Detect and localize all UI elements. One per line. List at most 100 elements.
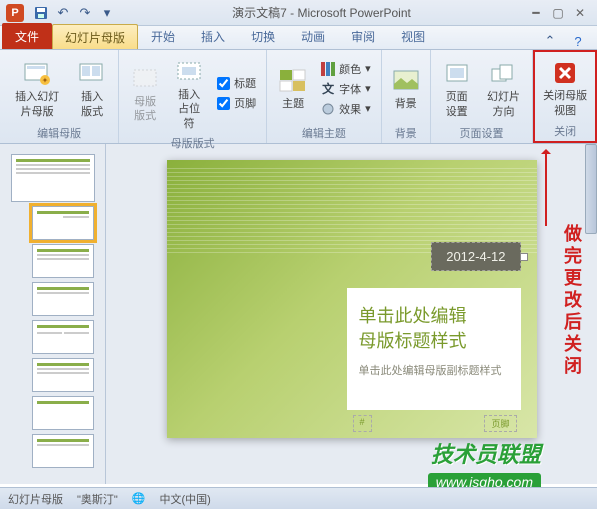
group-master-layout: 母版版式 插入占位符 标题 页脚 母版版式 — [119, 50, 267, 143]
status-bar: 幻灯片母版 "奥斯汀" 🌐 中文(中国) — [0, 487, 597, 509]
ribbon-tabs: 文件 幻灯片母版 开始 插入 切换 动画 审阅 视图 ⌃ ? — [0, 26, 597, 50]
colors-icon — [321, 62, 335, 76]
tab-slide-master[interactable]: 幻灯片母版 — [52, 24, 138, 49]
theme-icon — [277, 65, 309, 97]
page-setup-label: 页面设置 — [441, 90, 473, 119]
thumb-layout-6[interactable] — [32, 396, 94, 430]
workspace: 2012-4-12 单击此处编辑 母版标题样式 单击此处编辑母版副标题样式 # … — [0, 144, 597, 484]
slide-master-icon: ✦ — [21, 58, 53, 90]
insert-slide-master-label: 插入幻灯片母版 — [10, 90, 64, 119]
title-checkbox-label: 标题 — [234, 75, 256, 91]
minimize-icon[interactable]: ━ — [525, 4, 547, 22]
title-text-line2: 母版标题样式 — [359, 329, 509, 354]
slide-number-placeholder[interactable]: # — [353, 415, 372, 432]
page-setup-button[interactable]: 页面设置 — [437, 56, 477, 121]
slide-footer: # 页脚 — [353, 415, 517, 432]
placeholder-icon — [173, 56, 205, 88]
thumb-layout-4[interactable] — [32, 320, 94, 354]
ribbon-minimize-icon[interactable]: ⌃ — [542, 33, 558, 49]
thumb-layout-2[interactable] — [32, 244, 94, 278]
slide-orientation-button[interactable]: 幻灯片方向 — [481, 56, 527, 121]
thumb-layout-5[interactable] — [32, 358, 94, 392]
annotation-arrow — [545, 152, 547, 226]
tab-review[interactable]: 审阅 — [338, 23, 388, 49]
insert-placeholder-label: 插入占位符 — [173, 88, 205, 131]
status-lang-icon: 🌐 — [132, 492, 146, 505]
background-label: 背景 — [395, 97, 417, 111]
date-placeholder[interactable]: 2012-4-12 — [431, 242, 520, 271]
master-format-button[interactable]: 母版版式 — [125, 61, 165, 126]
thumb-layout-7[interactable] — [32, 434, 94, 468]
colors-button[interactable]: 颜色 ▾ — [317, 60, 375, 78]
fonts-icon: 文 — [321, 82, 335, 96]
insert-layout-label: 插入版式 — [76, 90, 108, 119]
master-format-label: 母版版式 — [129, 95, 161, 124]
footer-checkbox-label: 页脚 — [234, 95, 256, 111]
status-view: 幻灯片母版 — [8, 491, 63, 507]
insert-slide-master-button[interactable]: ✦ 插入幻灯片母版 — [6, 56, 68, 121]
thumb-master[interactable] — [11, 154, 95, 202]
close-icon[interactable]: ✕ — [569, 4, 591, 22]
group-page-setup: 页面设置 幻灯片方向 页面设置 — [431, 50, 534, 143]
colors-label: 颜色 — [339, 61, 361, 77]
group-edit-master: ✦ 插入幻灯片母版 插入版式 编辑母版 — [0, 50, 119, 143]
redo-icon[interactable]: ↷ — [77, 5, 93, 21]
tab-insert[interactable]: 插入 — [188, 23, 238, 49]
fonts-button[interactable]: 文字体 ▾ — [317, 80, 375, 98]
tab-file[interactable]: 文件 — [2, 23, 52, 49]
undo-icon[interactable]: ↶ — [55, 5, 71, 21]
footer-placeholder[interactable]: 页脚 — [484, 415, 516, 432]
fonts-label: 字体 — [339, 81, 361, 97]
master-format-icon — [129, 63, 161, 95]
group-page-setup-label: 页面设置 — [437, 123, 527, 141]
tab-home[interactable]: 开始 — [138, 23, 188, 49]
tab-view[interactable]: 视图 — [388, 23, 438, 49]
save-icon[interactable] — [33, 5, 49, 21]
group-edit-theme-label: 编辑主题 — [273, 123, 375, 141]
vertical-scrollbar[interactable] — [585, 144, 597, 234]
annotation-text: 做完更改后关闭 — [555, 224, 585, 378]
page-setup-icon — [441, 58, 473, 90]
footer-checkbox[interactable]: 页脚 — [213, 94, 260, 112]
help-icon[interactable]: ? — [570, 33, 586, 49]
group-close-label: 关闭 — [537, 121, 593, 139]
thumbnail-panel[interactable] — [0, 144, 106, 484]
background-icon — [390, 65, 422, 97]
thumb-layout-3[interactable] — [32, 282, 94, 316]
effects-button[interactable]: 效果 ▾ — [317, 100, 375, 118]
theme-button[interactable]: 主题 — [273, 63, 313, 113]
group-edit-master-label: 编辑母版 — [6, 123, 112, 141]
close-master-view-button[interactable]: 关闭母版视图 — [537, 55, 593, 120]
slide-canvas[interactable]: 2012-4-12 单击此处编辑 母版标题样式 单击此处编辑母版副标题样式 # … — [106, 144, 597, 484]
app-icon[interactable]: P — [6, 4, 24, 22]
group-background: 背景 背景 — [382, 50, 431, 143]
window-title: 演示文稿7 - Microsoft PowerPoint — [118, 4, 525, 21]
ribbon: ✦ 插入幻灯片母版 插入版式 编辑母版 母版版式 插入占位符 标题 页脚 — [0, 50, 597, 144]
layout-icon — [76, 58, 108, 90]
slide-orientation-label: 幻灯片方向 — [485, 90, 523, 119]
tab-animations[interactable]: 动画 — [288, 23, 338, 49]
group-close: 关闭母版视图 关闭 — [533, 50, 597, 143]
group-edit-theme: 主题 颜色 ▾ 文字体 ▾ 效果 ▾ 编辑主题 — [267, 50, 382, 143]
insert-placeholder-button[interactable]: 插入占位符 — [169, 54, 209, 133]
close-master-label: 关闭母版视图 — [541, 89, 589, 118]
watermark-text: 技术员联盟 — [431, 437, 541, 469]
theme-label: 主题 — [282, 97, 304, 111]
subtitle-text: 单击此处编辑母版副标题样式 — [359, 362, 509, 378]
status-language: 中文(中国) — [160, 491, 211, 507]
background-button[interactable]: 背景 — [386, 63, 426, 113]
qat-dropdown-icon[interactable]: ▾ — [99, 5, 115, 21]
title-placeholder[interactable]: 单击此处编辑 母版标题样式 单击此处编辑母版副标题样式 — [347, 288, 521, 410]
title-text-line1: 单击此处编辑 — [359, 304, 509, 329]
orientation-icon — [487, 58, 519, 90]
effects-icon — [321, 102, 335, 116]
title-checkbox[interactable]: 标题 — [213, 74, 260, 92]
status-theme: "奥斯汀" — [77, 491, 118, 507]
svg-text:✦: ✦ — [42, 76, 49, 85]
close-master-icon — [549, 57, 581, 89]
tab-transitions[interactable]: 切换 — [238, 23, 288, 49]
thumb-layout-1[interactable] — [32, 206, 94, 240]
maximize-icon[interactable]: ▢ — [547, 4, 569, 22]
slide-master-preview[interactable]: 2012-4-12 单击此处编辑 母版标题样式 单击此处编辑母版副标题样式 # … — [167, 160, 537, 438]
insert-layout-button[interactable]: 插入版式 — [72, 56, 112, 121]
